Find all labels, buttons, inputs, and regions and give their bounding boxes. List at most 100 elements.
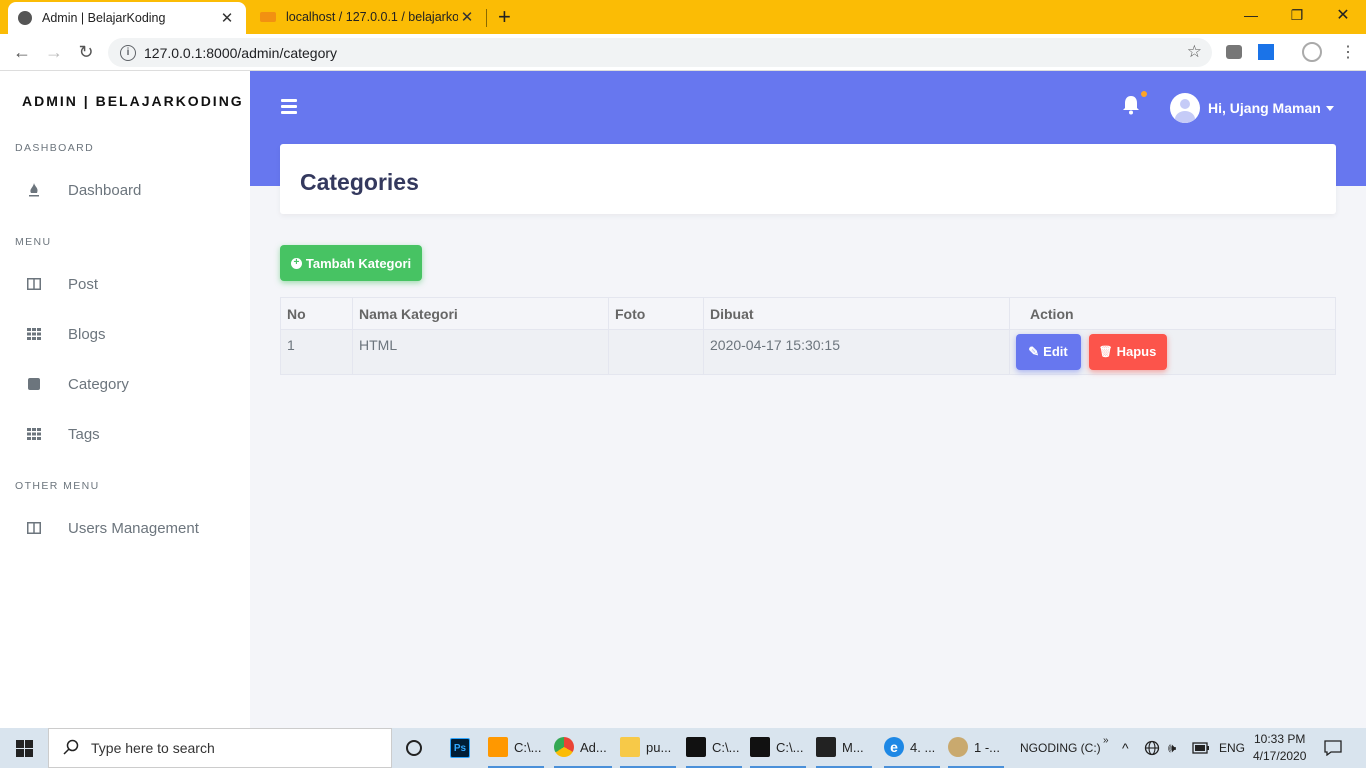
taskbar-search-box[interactable]: Type here to search [48, 728, 392, 768]
sidebar-item-post[interactable]: Post [0, 264, 250, 304]
minimize-button[interactable]: — [1228, 0, 1274, 30]
restore-button[interactable]: ❐ [1274, 0, 1320, 30]
url-text: 127.0.0.1:8000/admin/category [144, 44, 338, 61]
sidebar-item-blogs[interactable]: Blogs [0, 314, 250, 354]
browser-tab-phpmyadmin[interactable]: localhost / 127.0.0.1 / belajarkoding ✕ [250, 0, 486, 34]
new-tab-button[interactable]: + [498, 4, 511, 30]
sidebar: ADMIN | BELAJARKODING DASHBOARD Dashboar… [0, 71, 250, 728]
add-category-label: Tambah Kategori [305, 255, 412, 271]
clapperboard-icon [816, 737, 836, 757]
table-header-row: No Nama Kategori Foto Dibuat Action [280, 297, 1336, 330]
taskbar-item-movies[interactable]: M... [816, 728, 872, 768]
close-icon[interactable]: ✕ [458, 8, 476, 26]
delete-button[interactable]: 🗑 Hapus [1088, 333, 1167, 370]
column-header-action: Action [1009, 297, 1336, 330]
network-globe-icon[interactable] [1144, 728, 1160, 768]
sidebar-item-label: Category [68, 375, 129, 393]
section-dashboard: DASHBOARD [15, 142, 95, 154]
sidebar-item-category[interactable]: Category [0, 364, 250, 404]
page-title: Categories [300, 169, 419, 195]
show-hidden-icons[interactable]: ^ [1122, 728, 1129, 768]
user-dropdown[interactable]: Hi, Ujang Maman [1170, 93, 1334, 123]
cell-foto [608, 329, 704, 375]
taskbar-item-paint[interactable]: 1 -... [948, 728, 1004, 768]
browser-tab-admin[interactable]: Admin | BelajarKoding ✕ [8, 2, 246, 34]
section-menu: MENU [15, 236, 52, 248]
column-header-foto: Foto [608, 297, 704, 330]
taskbar-item-chrome[interactable]: Ad... [554, 728, 612, 768]
columns-icon [27, 521, 41, 535]
clock-time: 10:33 PM [1254, 732, 1306, 746]
sublime-icon [488, 737, 508, 757]
notification-dot [1141, 91, 1147, 97]
edit-label: Edit [1043, 344, 1068, 359]
hamburger-menu-icon[interactable] [281, 99, 297, 117]
user-greeting: Hi, Ujang Maman [1208, 100, 1321, 116]
windows-taskbar: Type here to search Ps C:\... Ad... pu..… [0, 728, 1366, 768]
taskbar-item-explorer[interactable]: pu... [620, 728, 676, 768]
page-header-card: Categories [280, 144, 1336, 214]
search-icon [63, 739, 79, 758]
grid-icon [27, 327, 41, 341]
add-category-button[interactable]: + Tambah Kategori [280, 245, 422, 281]
window-close-button[interactable]: ✕ [1320, 0, 1366, 30]
columns-icon [27, 277, 41, 291]
photoshop-icon[interactable]: Ps [450, 728, 476, 768]
bell-icon[interactable] [1122, 95, 1140, 120]
terminal-icon [686, 737, 706, 757]
tab-title: localhost / 127.0.0.1 / belajarkoding [286, 10, 458, 24]
battery-icon[interactable] [1192, 728, 1210, 768]
tab-title: Admin | BelajarKoding [42, 11, 166, 25]
phpmyadmin-icon [260, 12, 276, 22]
sidebar-item-label: Users Management [68, 519, 199, 537]
grid-icon [27, 427, 41, 441]
windows-start-button[interactable] [0, 728, 48, 768]
brand-logo[interactable]: ADMIN | BELAJARKODING [22, 93, 244, 109]
sidebar-item-label: Dashboard [68, 181, 142, 199]
search-placeholder: Type here to search [91, 740, 215, 756]
sidebar-item-tags[interactable]: Tags [0, 414, 250, 454]
forward-button[interactable]: → [42, 40, 66, 64]
bookmark-star-icon[interactable]: ☆ [1187, 42, 1202, 62]
reload-button[interactable]: ↻ [74, 40, 98, 64]
browser-toolbar: ← → ↻ i 127.0.0.1:8000/admin/category ☆ … [0, 34, 1366, 71]
sidebar-item-label: Post [68, 275, 99, 293]
chrome-icon [554, 737, 574, 757]
taskbar-item-edge[interactable]: e 4. ... [884, 728, 940, 768]
system-clock[interactable]: 10:33 PM 4/17/2020 [1253, 728, 1306, 768]
notification-center-icon[interactable] [1324, 728, 1342, 768]
close-icon[interactable]: ✕ [218, 9, 236, 27]
fire-icon [27, 183, 41, 197]
language-indicator[interactable]: ENG [1219, 728, 1245, 768]
taskbar-item-cmd-1[interactable]: C:\... [686, 728, 742, 768]
category-table: No Nama Kategori Foto Dibuat Action 1 HT… [280, 297, 1336, 375]
browser-tab-strip: Admin | BelajarKoding ✕ localhost / 127.… [0, 0, 1366, 34]
extension-icon[interactable] [1226, 45, 1242, 59]
cortana-icon[interactable] [406, 728, 422, 768]
folder-icon [620, 737, 640, 757]
sidebar-item-dashboard[interactable]: Dashboard [0, 170, 250, 210]
sidebar-item-users-management[interactable]: Users Management [0, 508, 250, 548]
taskbar-item-cmd-2[interactable]: C:\... [750, 728, 806, 768]
taskbar-item-sublime[interactable]: C:\... [488, 728, 544, 768]
back-button[interactable]: ← [10, 40, 34, 64]
clock-date: 4/17/2020 [1253, 749, 1307, 763]
profile-icon[interactable] [1302, 42, 1322, 62]
volume-icon[interactable]: 🕪 [1168, 728, 1176, 768]
toolbar-expand-icon[interactable]: » [1103, 720, 1109, 760]
caret-down-icon [1325, 105, 1334, 111]
drive-label[interactable]: NGODING (C:) [1020, 728, 1101, 768]
cell-dibuat: 2020-04-17 15:30:15 [703, 329, 1010, 375]
address-bar[interactable]: i 127.0.0.1:8000/admin/category ☆ [108, 38, 1212, 67]
sidebar-item-label: Blogs [68, 325, 106, 343]
menu-dots-icon[interactable]: ⋮ [1336, 40, 1360, 64]
tab-separator [486, 9, 487, 27]
edit-button[interactable]: ✎ Edit [1015, 333, 1081, 370]
avatar [1170, 93, 1200, 123]
square-icon [27, 377, 41, 391]
globe-icon [18, 11, 32, 25]
info-icon[interactable]: i [120, 44, 136, 61]
column-header-dibuat: Dibuat [703, 297, 1010, 330]
cell-no: 1 [280, 329, 353, 375]
download-extension-icon[interactable] [1258, 44, 1274, 60]
